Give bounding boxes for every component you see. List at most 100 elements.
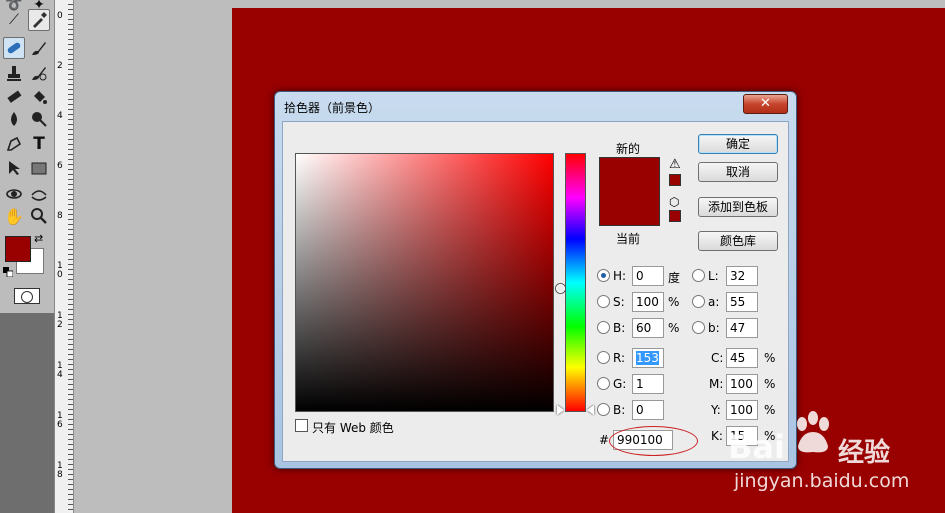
path-selection-icon[interactable] xyxy=(3,157,25,179)
brightness-input[interactable]: 60 xyxy=(632,318,664,338)
black-label: K: xyxy=(711,429,723,443)
color-libraries-button[interactable]: 颜色库 xyxy=(698,231,778,251)
paint-bucket-icon[interactable] xyxy=(28,86,50,108)
slice-icon[interactable]: ⟋ xyxy=(3,9,25,31)
history-brush-icon[interactable] xyxy=(28,62,50,84)
blur-icon[interactable] xyxy=(3,108,25,130)
hue-label: H: xyxy=(613,269,627,283)
lab-b-label: b: xyxy=(708,321,720,335)
hue-slider-handle[interactable] xyxy=(587,405,594,415)
dodge-icon[interactable] xyxy=(28,108,50,130)
magenta-label: M: xyxy=(709,377,724,391)
green-input[interactable]: 1 xyxy=(632,374,664,394)
yellow-input[interactable]: 100 xyxy=(726,400,758,420)
hue-input[interactable]: 0 xyxy=(632,266,664,286)
hue-slider[interactable] xyxy=(565,153,586,412)
blue-input[interactable]: 0 xyxy=(632,400,664,420)
brightness-label: B: xyxy=(613,321,626,335)
baidu-jingyan-text: 经验 xyxy=(838,438,891,468)
blue-radio[interactable] xyxy=(597,403,610,416)
eraser-icon[interactable] xyxy=(3,86,25,108)
green-label: G: xyxy=(613,377,627,391)
ruler-mark: 14 xyxy=(57,361,63,380)
lab-l-radio[interactable] xyxy=(692,269,705,282)
yellow-unit: % xyxy=(764,403,776,417)
brightness-radio[interactable] xyxy=(597,321,610,334)
default-colors-icon[interactable] xyxy=(3,266,14,278)
current-color-swatch[interactable] xyxy=(599,192,660,226)
foreground-color-swatch[interactable] xyxy=(5,236,31,262)
new-color-label: 新的 xyxy=(616,142,641,156)
only-web-colors-checkbox[interactable] xyxy=(295,419,308,432)
vertical-ruler: 0 2 4 6 8 10 12 14 16 18 xyxy=(54,0,74,513)
eyedropper-icon[interactable] xyxy=(28,9,50,31)
ruler-mark: 2 xyxy=(57,61,63,71)
ruler-mark: 16 xyxy=(57,411,63,430)
brightness-unit: % xyxy=(668,321,680,335)
saturation-input[interactable]: 100 xyxy=(632,292,664,312)
ruler-mark: 0 xyxy=(57,11,63,21)
lab-b-radio[interactable] xyxy=(692,321,705,334)
hex-label: # xyxy=(599,433,610,447)
saturation-unit: % xyxy=(668,295,680,309)
saturation-brightness-field[interactable] xyxy=(295,153,565,412)
lab-l-input[interactable]: 32 xyxy=(726,266,758,286)
watermark-url: jingyan.baidu.com xyxy=(734,470,910,492)
baidu-logo-text: Bai xyxy=(728,428,785,466)
hue-unit: 度 xyxy=(668,271,681,285)
saturation-radio[interactable] xyxy=(597,295,610,308)
hand-icon[interactable]: ✋ xyxy=(3,205,25,227)
ruler-mark: 10 xyxy=(57,261,63,280)
saturation-label: S: xyxy=(613,295,625,309)
color-picker-dialog: 拾色器（前景色） ✕ 只有 Web 颜色 新的 当前 ⚠ ⬡ 确定 取消 添加到… xyxy=(274,91,797,469)
3d-orbit-icon[interactable] xyxy=(28,183,50,205)
tools-panel: ➰ ✦ ⟋ T ✋ ⇄ xyxy=(0,0,54,513)
cancel-button[interactable]: 取消 xyxy=(698,162,778,182)
hue-slider-handle[interactable] xyxy=(557,405,564,415)
yellow-label: Y: xyxy=(711,403,721,417)
gamut-color-swatch[interactable] xyxy=(669,174,681,186)
current-color-label: 当前 xyxy=(616,232,641,246)
add-to-swatches-button[interactable]: 添加到色板 xyxy=(698,197,778,217)
blue-label: B: xyxy=(613,403,626,417)
cyan-input[interactable]: 45 xyxy=(726,348,758,368)
brush-icon[interactable] xyxy=(28,37,50,59)
magenta-input[interactable]: 100 xyxy=(726,374,758,394)
new-color-swatch xyxy=(599,157,660,192)
3d-rotate-icon[interactable] xyxy=(3,183,25,205)
zoom-icon[interactable] xyxy=(28,205,50,227)
hex-highlight-annotation xyxy=(609,426,698,456)
baidu-paw-icon xyxy=(797,411,829,453)
ruler-mark: 6 xyxy=(57,161,63,171)
quick-mask-icon[interactable] xyxy=(14,288,40,304)
pen-icon[interactable] xyxy=(3,133,25,155)
hue-radio[interactable] xyxy=(597,269,610,282)
ruler-mark: 12 xyxy=(57,311,63,330)
dialog-body: 只有 Web 颜色 新的 当前 ⚠ ⬡ 确定 取消 添加到色板 颜色库 H: 0… xyxy=(282,121,789,462)
red-radio[interactable] xyxy=(597,351,610,364)
ok-button[interactable]: 确定 xyxy=(698,134,778,154)
magenta-unit: % xyxy=(764,377,776,391)
clone-stamp-icon[interactable] xyxy=(3,62,25,84)
rectangle-icon[interactable] xyxy=(28,157,50,179)
lab-a-input[interactable]: 55 xyxy=(726,292,758,312)
color-field-marker[interactable] xyxy=(556,284,565,293)
swap-colors-icon[interactable]: ⇄ xyxy=(34,232,43,245)
web-safe-cube-icon: ⬡ xyxy=(669,195,680,209)
lab-l-label: L: xyxy=(708,269,719,283)
ruler-mark: 18 xyxy=(57,461,63,480)
healing-brush-icon[interactable] xyxy=(3,37,25,59)
lab-a-radio[interactable] xyxy=(692,295,705,308)
cyan-unit: % xyxy=(764,351,776,365)
web-safe-color-swatch[interactable] xyxy=(669,210,681,222)
green-radio[interactable] xyxy=(597,377,610,390)
red-label: R: xyxy=(613,351,626,365)
lab-a-label: a: xyxy=(708,295,720,309)
red-value: 153 xyxy=(636,351,659,365)
only-web-colors-label: 只有 Web 颜色 xyxy=(312,421,394,435)
lab-b-input[interactable]: 47 xyxy=(726,318,758,338)
type-icon[interactable]: T xyxy=(28,133,50,155)
red-input[interactable]: 153 xyxy=(632,348,664,368)
cyan-label: C: xyxy=(711,351,724,365)
close-button[interactable]: ✕ xyxy=(743,94,788,114)
